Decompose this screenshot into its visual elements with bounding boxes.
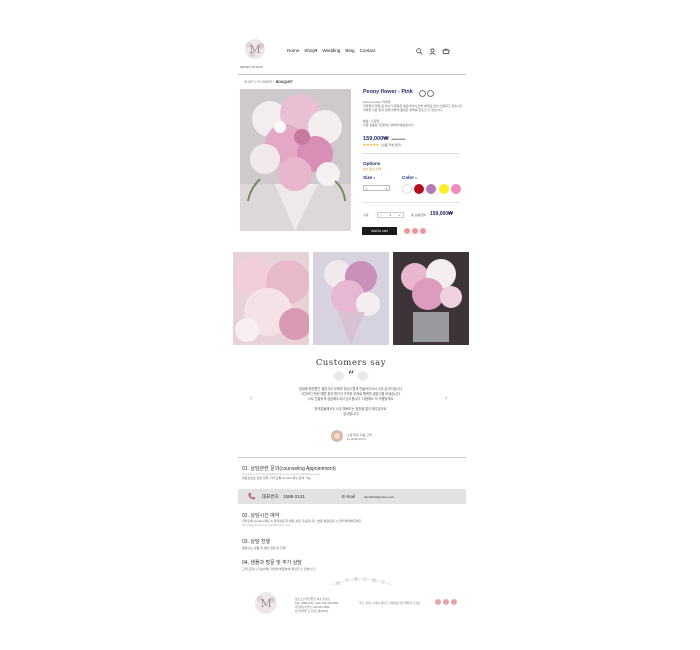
color-swatch-purple[interactable] [426, 184, 437, 194]
product-sns [404, 228, 426, 234]
info-text-1: 대표번호로 상담 전화, 카카오톡 contact 메뉴 문의 가능 [242, 476, 311, 480]
user-icon[interactable] [429, 48, 436, 55]
facebook-icon[interactable] [404, 228, 410, 234]
testimonial-text: 일생에 한번뿐인 결혼식의 부케를 정성스럽게 만들어주셔서 너무 감사드립니다… [299, 387, 403, 416]
info-section-3: 03. 상담 진행 원하시는 상품 및 예산 설정 후 진행 [242, 538, 462, 550]
footer-decoration [332, 577, 392, 586]
footer-twitter-icon[interactable] [443, 599, 449, 605]
total-price: 159,000₩ [430, 211, 453, 217]
size-select[interactable]: 1 ▾ [363, 185, 390, 191]
breadcrumb-flower[interactable]: FLOWER [257, 80, 272, 84]
qty-stepper[interactable]: - 1 + [377, 212, 404, 218]
rating-row: ★★★★★ (상품 리뷰 평가) [363, 143, 401, 147]
price-divider [362, 153, 460, 154]
info-title-1: 01. 상담관련 문의(counseling Appointment) [242, 466, 336, 472]
info-section-2: 02. 상담시간 예약 카카오톡 contact 메뉴 & 전화상담 후 방문 … [242, 512, 462, 527]
svg-text:M: M [260, 597, 271, 610]
instagram-icon[interactable] [420, 228, 426, 234]
qty-label: 수량 [363, 213, 369, 217]
color-swatch-white[interactable] [402, 184, 412, 194]
color-swatch-red[interactable] [414, 184, 425, 194]
color-swatch-yellow[interactable] [438, 184, 449, 194]
breadcrumb-current: BOUQUET [275, 80, 293, 84]
breadcrumb-shop[interactable]: SHOP [244, 80, 254, 84]
options-note: 필수 옵션 선택 [363, 167, 382, 171]
nav-contact[interactable]: Contact [360, 48, 376, 54]
page: M PROJECT M SHOP Home Shop▾ Wedding Blog… [232, 30, 470, 630]
phone-icon [248, 492, 256, 500]
footer-instagram-icon[interactable] [451, 599, 457, 605]
share-icon[interactable] [427, 90, 434, 97]
cart-icon[interactable] [442, 48, 450, 55]
gallery-image-2[interactable] [313, 252, 389, 345]
color-swatch-pink[interactable] [450, 184, 461, 194]
total-label: 총 상품금액 [411, 213, 426, 217]
options-label: Options [363, 161, 381, 166]
header-icons [416, 48, 450, 55]
nav-wedding[interactable]: Wedding [322, 48, 340, 54]
rating-text[interactable]: (상품 리뷰 평가) [381, 143, 401, 147]
search-icon[interactable] [416, 48, 423, 55]
section-divider [238, 457, 466, 458]
size-label: Size ▾ [363, 175, 375, 180]
main-nav: Home Shop▾ Wedding Blog Contact [287, 48, 375, 54]
footer-facebook-icon[interactable] [435, 599, 441, 605]
rating-stars: ★★★★★ [363, 143, 380, 147]
zoom-icon[interactable] [419, 90, 426, 97]
logo[interactable]: M [240, 38, 270, 64]
reviewer-avatar [331, 430, 343, 442]
add-to-cart-button[interactable]: Add to cart [362, 227, 397, 235]
price-row: 159,000₩ 180,000₩ [363, 136, 405, 142]
review-date: by 2018.10.07 [347, 437, 367, 441]
contact-bar: 대표번호 1588-2121 E-mail abcd1234@naver.com [238, 489, 466, 504]
footer-logo[interactable]: M [252, 590, 280, 618]
color-label: Color ▾ [402, 175, 417, 180]
qty-value: 1 [389, 213, 392, 217]
info-text-3: 원하시는 상품 및 예산 설정 후 진행 [242, 546, 286, 550]
email-address[interactable]: abcd1234@naver.com [364, 495, 394, 499]
product-image[interactable] [240, 89, 351, 231]
qty-plus-button[interactable]: + [396, 213, 403, 217]
product-description: 작약꽃의 꽃말 중 하나가 행복한 결혼이라서 신부 부케로 많이 사용되고 있… [363, 104, 463, 112]
info-sub-2: All customers ask by appointment only [242, 523, 290, 527]
footer-company-info: 상호:프로젝트엠샵 | 대표:홍길동 TEL: 1588-2121 | FAX:… [295, 598, 339, 613]
svg-text:M: M [249, 43, 260, 56]
info-text-4: 고객 요청시 가능하며, 자세히 방문하여 확인할 수 있습니다. [242, 567, 316, 571]
product-title: Peony flower - Pink [363, 89, 413, 95]
old-price: 180,000₩ [391, 137, 406, 141]
breadcrumb: SHOP > FLOWER > BOUQUET [244, 80, 293, 84]
info-title-4: 04. 샘플과 방문 및 추가 상담 [242, 560, 302, 566]
color-swatches [402, 184, 461, 194]
email-label: E-mail [342, 494, 356, 499]
customers-say-title: Customers say [315, 357, 387, 367]
nav-home[interactable]: Home [287, 48, 299, 54]
header-divider [238, 74, 466, 75]
options-divider [362, 202, 460, 203]
info-title-2: 02. 상담시간 예약 [242, 513, 280, 519]
logo-text: PROJECT M SHOP [240, 66, 264, 69]
phone-label: 대표번호 [262, 494, 279, 499]
svg-text:“: “ [348, 369, 355, 382]
qty-minus-button[interactable]: - [378, 213, 385, 217]
gallery-image-3[interactable] [393, 252, 469, 345]
info-section-1: 01. 상담관련 문의(counseling Appointment) To c… [242, 465, 462, 480]
info-title-3: 03. 상담 진행 [242, 539, 271, 545]
phone-number[interactable]: 1588-2121 [283, 494, 305, 499]
twitter-icon[interactable] [412, 228, 418, 234]
gallery-image-1[interactable] [233, 252, 309, 345]
quote-icon: “ [334, 369, 368, 382]
nav-shop[interactable]: Shop▾ [304, 48, 317, 54]
info-section-4: 04. 샘플과 방문 및 추가 상담 고객 요청시 가능하며, 자세히 방문하여… [242, 559, 462, 571]
shipping-text: 주문 상품은 지정하신 날짜에 배송됩니다. [363, 123, 415, 127]
footer-sns [435, 599, 457, 605]
nav-blog[interactable]: Blog [345, 48, 354, 54]
price: 159,000₩ [363, 136, 389, 142]
footer-address: 주소: 경기도 수원시 팔달구 | 개인정보관리책임자: 홍길동 [359, 602, 421, 605]
